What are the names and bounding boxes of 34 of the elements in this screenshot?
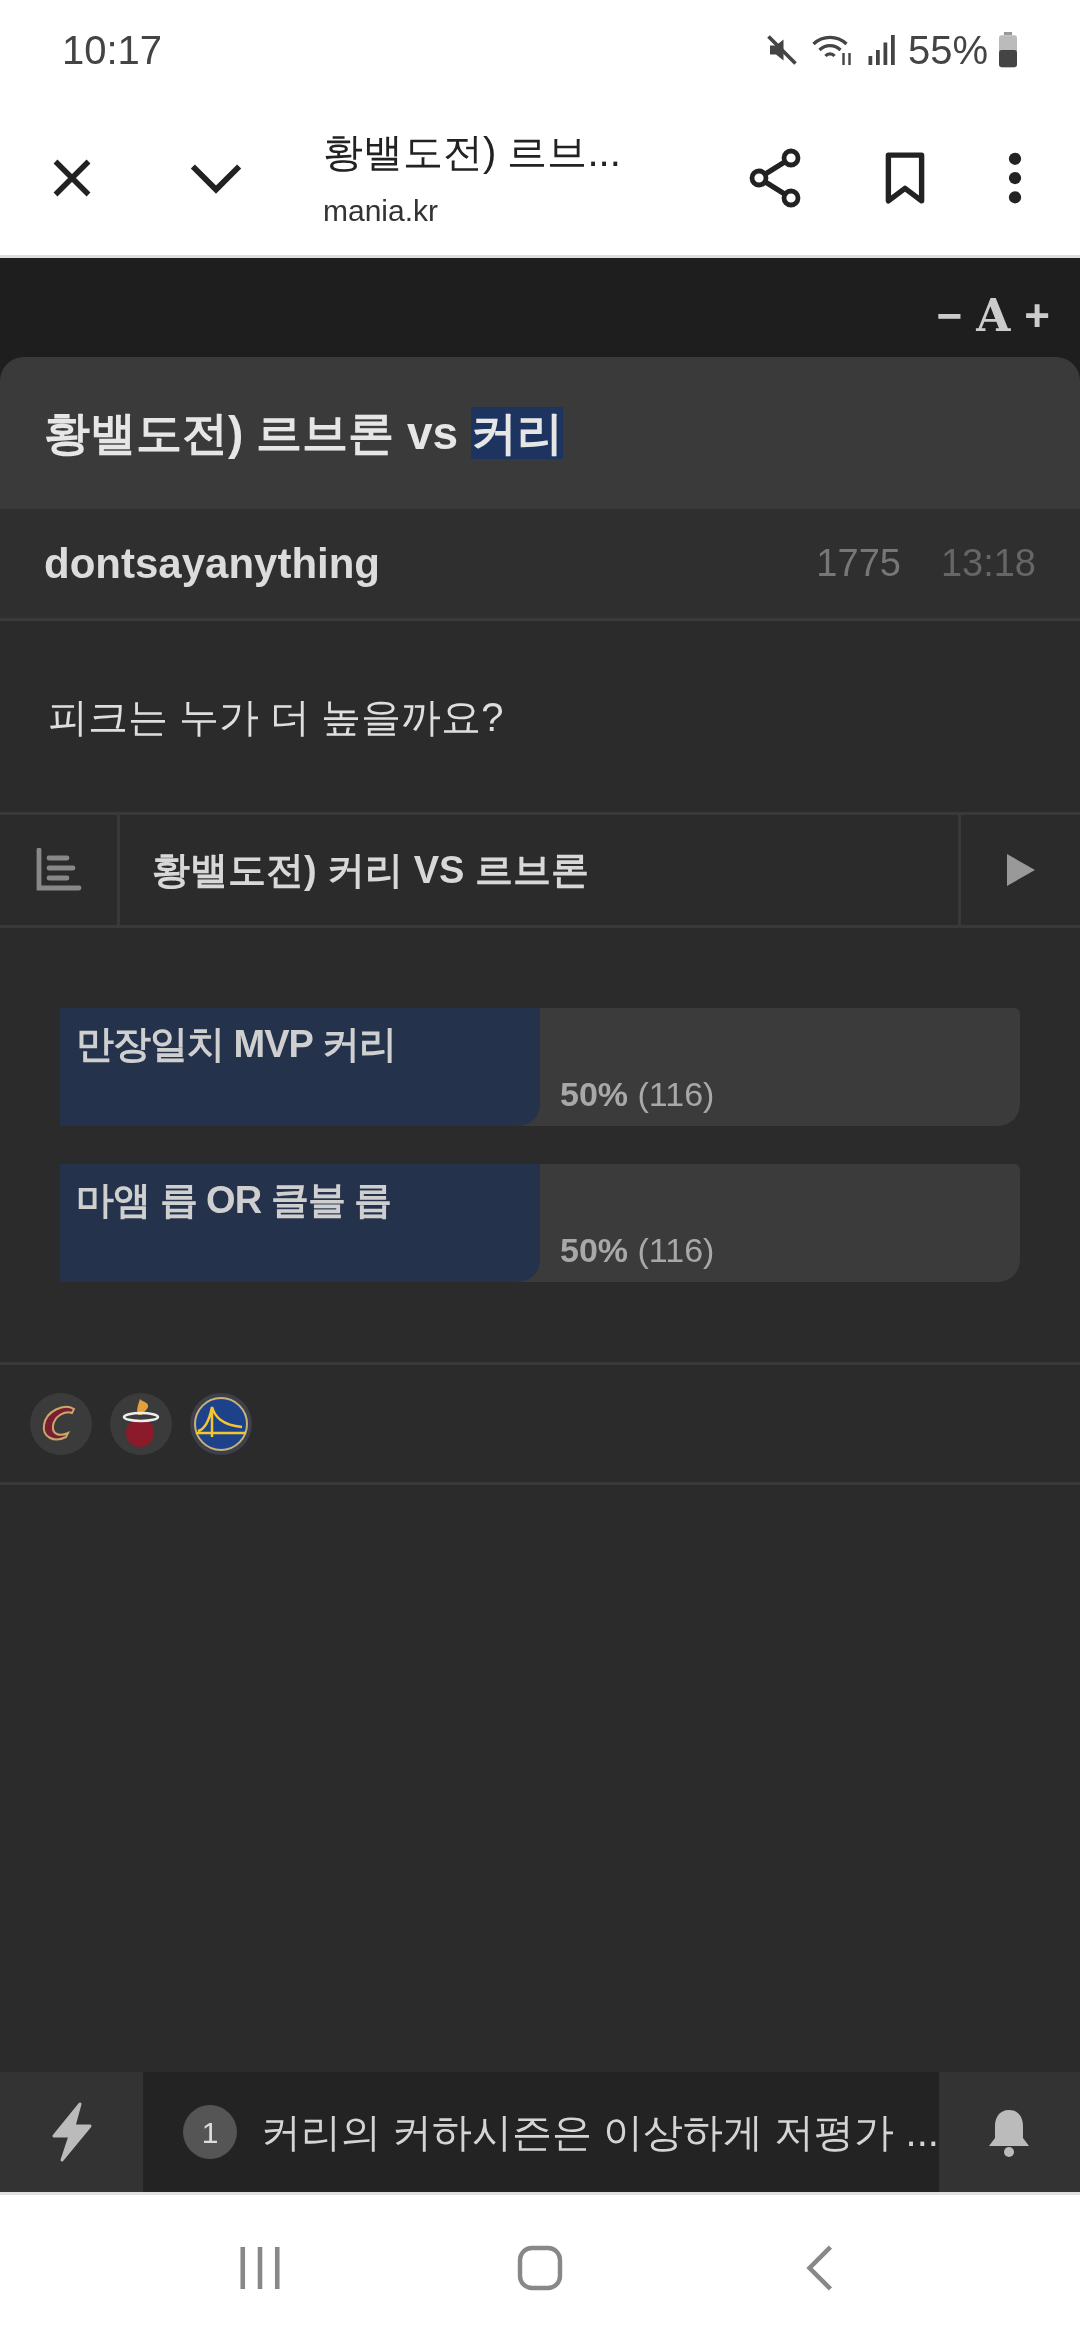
- poll-option[interactable]: 마앰 릅 OR 클블 릅 50% (116): [60, 1164, 1020, 1282]
- recent-apps-icon: [237, 2244, 283, 2291]
- post-body: 피크는 누가 더 높을까요?: [48, 693, 504, 741]
- post-title: 황밸도전) 르브론 vs 커리: [44, 405, 563, 461]
- battery-icon: [998, 32, 1018, 68]
- increase-font-button[interactable]: +: [1024, 293, 1050, 338]
- notifications-button[interactable]: [938, 2072, 1080, 2192]
- ticker-text: 커리의 커하시즌은 이상하게 저평가 ...: [261, 2109, 939, 2156]
- option-label: 마앰 릅 OR 클블 릅: [76, 1178, 392, 1223]
- poll-option[interactable]: 만장일치 MVP 커리 50% (116): [60, 1008, 1020, 1126]
- page-url: mania.kr: [323, 193, 440, 229]
- share-icon: [747, 147, 803, 208]
- decrease-font-button[interactable]: −: [936, 293, 963, 338]
- bookmark-icon: [884, 150, 926, 205]
- poll-title: 황밸도전) 커리 VS 르브론: [151, 847, 591, 893]
- home-icon: [516, 2243, 564, 2292]
- vote-result: 50% (116): [560, 1230, 715, 1271]
- vote-result: 50% (116): [560, 1074, 715, 1115]
- bridge-logo-icon[interactable]: [190, 1392, 252, 1455]
- page-title: 황밸도전) 르브...: [323, 129, 622, 176]
- quick-button[interactable]: [0, 2072, 144, 2192]
- more-icon: [1008, 150, 1022, 205]
- play-icon: [1004, 852, 1037, 888]
- battery-percent: 55%: [907, 27, 988, 74]
- poll-chart-icon: [34, 848, 83, 892]
- crescent-logo-icon[interactable]: [30, 1392, 92, 1455]
- option-label: 만장일치 MVP 커리: [76, 1022, 396, 1067]
- flaming-ball-logo-icon[interactable]: [110, 1392, 172, 1455]
- news-ticker[interactable]: 1 커리의 커하시즌은 이상하게 저평가 ...: [143, 2072, 939, 2192]
- view-count: 1775: [816, 541, 901, 586]
- author-name[interactable]: dontsayanything: [44, 532, 381, 595]
- font-size-button[interactable]: A: [976, 293, 1011, 338]
- clock: 10:17: [62, 27, 163, 74]
- count-badge: 1: [183, 2105, 238, 2159]
